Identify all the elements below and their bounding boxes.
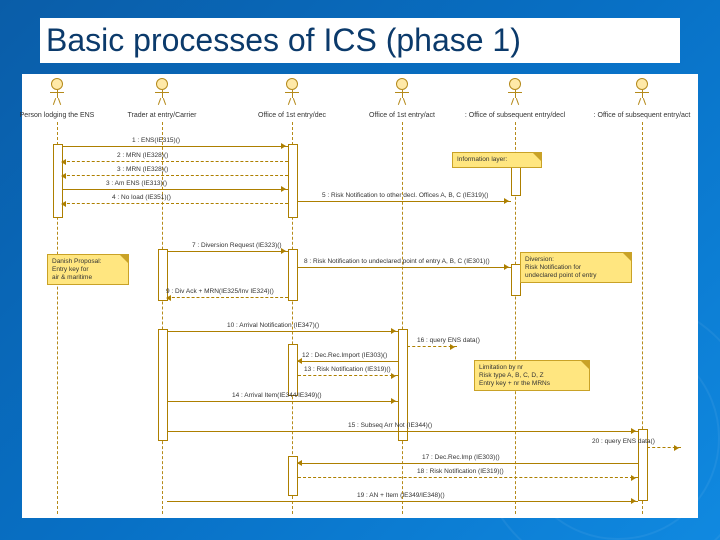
arrow-8 xyxy=(298,267,511,268)
arrow-18 xyxy=(298,477,638,479)
msg-15: 15 : Subseq Arr Not (IE344)() xyxy=(348,422,432,429)
msg-9: 9 : Div Ack + MRN(IE325/Inv IE324)() xyxy=(166,288,274,295)
arrow-16 xyxy=(407,346,457,348)
lifeline-a4 xyxy=(402,122,404,514)
msg-1: 1 : ENS(IE315)() xyxy=(132,137,180,144)
msg-17: 17 : Dec.Rec.Imp (IE303)() xyxy=(422,454,500,461)
sequence-diagram: Person lodging the ENS Trader at entry/C… xyxy=(22,74,698,518)
arrow-2 xyxy=(62,161,288,163)
arrow-10 xyxy=(167,331,398,332)
actor-office-sub-decl: : Office of subsequent entry/decl xyxy=(460,78,570,120)
note-diversion: Diversion: Risk Notification for undecla… xyxy=(520,252,632,283)
arrow-12 xyxy=(298,361,398,362)
msg-16: 16 : query ENS data() xyxy=(417,337,480,344)
activation-a3b xyxy=(288,249,298,301)
note-limitation: Limitation by nr Risk type A, B, C, D, Z… xyxy=(474,360,590,391)
arrow-4 xyxy=(62,203,288,205)
msg-14: 14 : Arrival Item(IE344/IE349)() xyxy=(232,392,322,399)
msg-4: 4 : No load (IE351)() xyxy=(112,194,171,201)
note-danish-proposal: Danish Proposal: Entry key for air & mar… xyxy=(47,254,129,285)
msg-13: 13 : Risk Notification (IE319)() xyxy=(304,366,391,373)
arrow-19 xyxy=(167,501,638,502)
actor-trader-carrier: Trader at entry/Carrier xyxy=(107,78,217,120)
msg-3a: 3 : Am ENS (IE313)() xyxy=(106,180,167,187)
arrow-1 xyxy=(62,146,288,147)
arrow-15 xyxy=(167,431,638,432)
actor-office-1st-dec: Office of 1st entry/dec xyxy=(237,78,347,120)
arrow-9 xyxy=(167,297,288,299)
arrow-3 xyxy=(62,175,288,177)
msg-19: 19 : AN + Item (IE349/IE348)() xyxy=(357,492,445,499)
actor-person-lodging: Person lodging the ENS xyxy=(2,78,112,120)
msg-2: 2 : MRN (IE328)() xyxy=(117,152,168,159)
activation-a2b xyxy=(158,329,168,441)
slide: Basic processes of ICS (phase 1) Person … xyxy=(0,0,720,540)
msg-3: 3 : MRN (IE328)() xyxy=(117,166,168,173)
arrow-14 xyxy=(167,401,398,402)
arrow-5 xyxy=(298,201,511,202)
activation-a3c xyxy=(288,344,298,396)
note-info-layer: Information layer: xyxy=(452,152,542,168)
msg-10: 10 : Arrival Notification (IE347)() xyxy=(227,322,319,329)
page-title: Basic processes of ICS (phase 1) xyxy=(40,18,680,63)
msg-20: 20 : query ENS data() xyxy=(592,438,655,445)
actor-office-sub-act: : Office of subsequent entry/act xyxy=(587,78,697,120)
msg-8: 8 : Risk Notification to undeclared poin… xyxy=(304,258,490,265)
msg-12: 12 : Dec.Rec.Import (IE303)() xyxy=(302,352,387,359)
arrow-13 xyxy=(298,375,398,377)
msg-18: 18 : Risk Notification (IE319)() xyxy=(417,468,504,475)
msg-5: 5 : Risk Notification to other decl. Off… xyxy=(322,192,488,199)
actor-office-1st-act: Office of 1st entry/act xyxy=(347,78,457,120)
arrow-3a xyxy=(62,189,288,190)
arrow-20 xyxy=(647,447,681,449)
msg-7: 7 : Diversion Request (IE323)() xyxy=(192,242,282,249)
arrow-7 xyxy=(167,251,288,252)
activation-a3a xyxy=(288,144,298,218)
arrow-17 xyxy=(298,463,638,464)
